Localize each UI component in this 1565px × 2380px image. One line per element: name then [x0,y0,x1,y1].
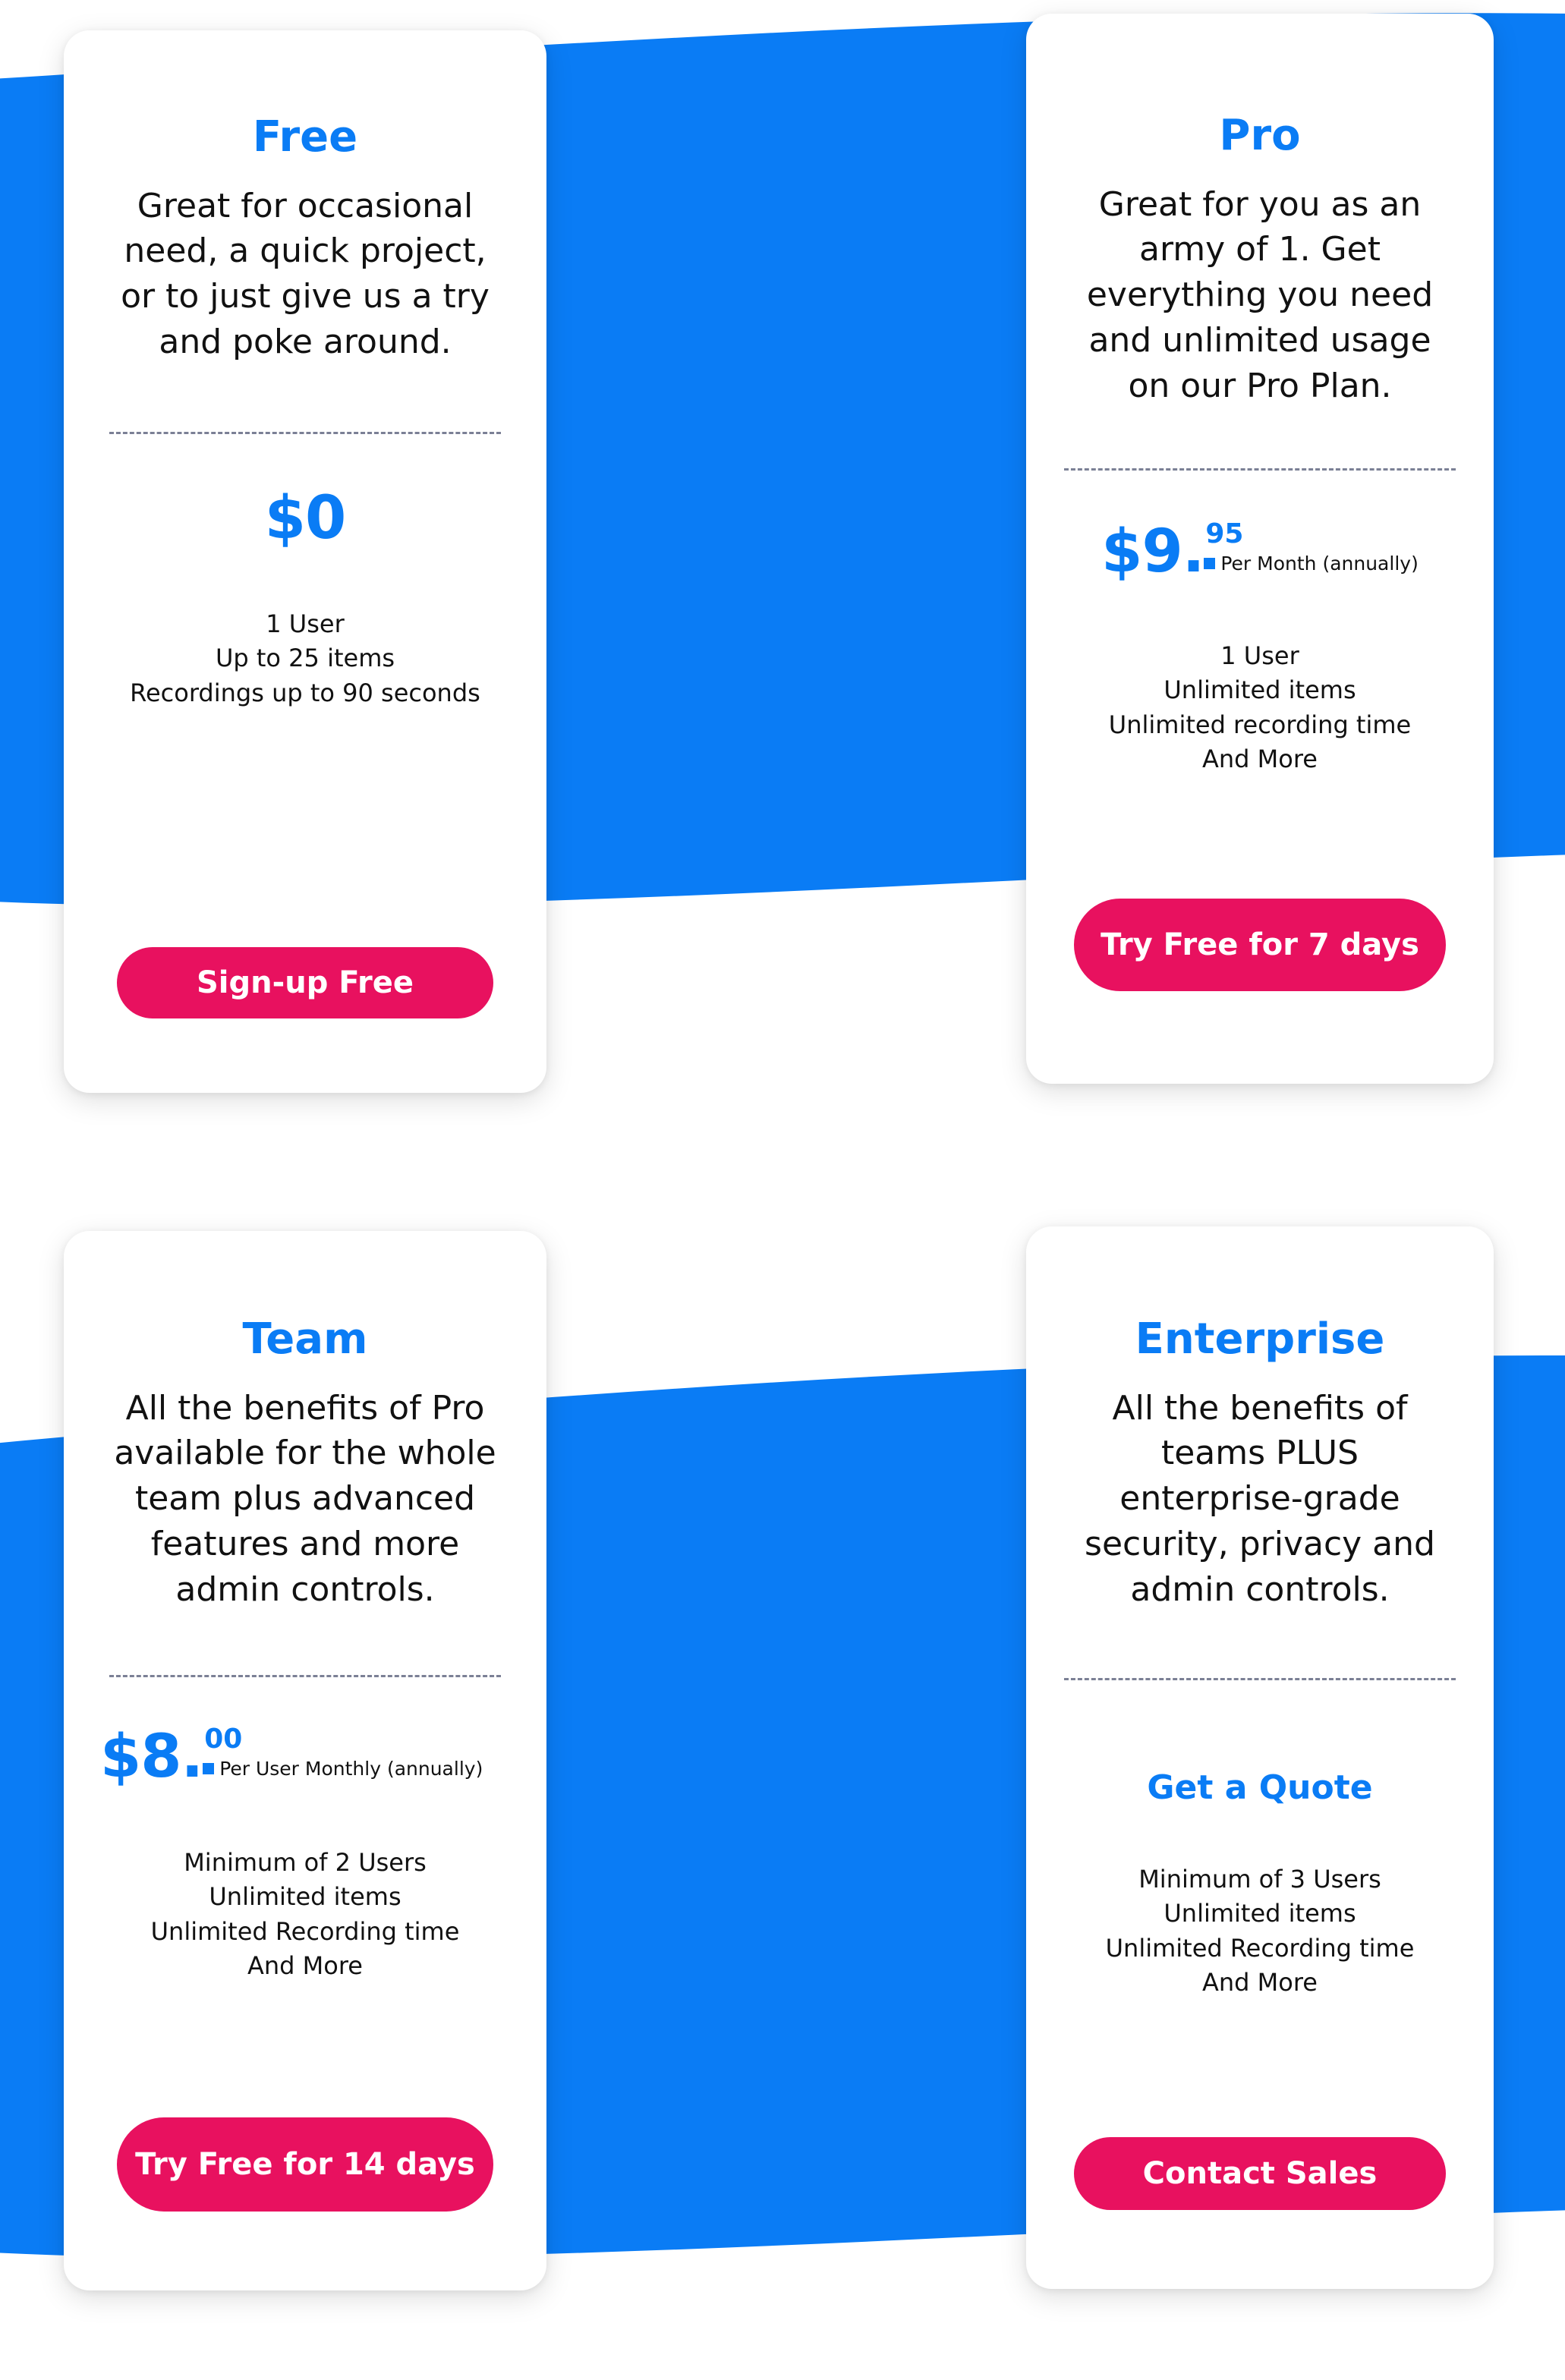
list-item: 1 User [1220,641,1299,670]
list-item: And More [247,1951,363,1981]
contact-sales-button[interactable]: Contact Sales [1074,2137,1446,2210]
price-detail-team: 00 Per User Monthly (annually) [203,1723,483,1778]
list-item: Unlimited Recording time [1105,1933,1415,1963]
list-item: And More [1202,1968,1318,1998]
pricing-card-team: Team All the benefits of Pro available f… [64,1231,546,2290]
price-amount-team: $8. [100,1722,203,1791]
plan-description-free: Great for occasional need, a quick proje… [121,186,490,362]
price-cents-team: 00 [204,1723,243,1755]
plan-description-team: All the benefits of Pro available for th… [114,1388,496,1609]
list-item: And More [1202,745,1318,774]
plan-description-pro: Great for you as an army of 1. Get every… [1086,184,1434,405]
try-free-7-days-button[interactable]: Try Free for 7 days [1074,899,1446,991]
price-detail-pro: 95 Per Month (annually) [1204,518,1419,575]
price-period-team: Per User Monthly (annually) [203,1759,483,1778]
price-amount-pro: $9. [1101,517,1204,586]
price-period-pro: Per Month (annually) [1204,552,1419,575]
card-divider [1064,1677,1456,1680]
card-divider [109,431,501,434]
list-item: Unlimited items [1164,675,1356,705]
price-block-pro: $9. 95 Per Month (annually) [1044,517,1475,586]
list-item: Unlimited Recording time [150,1916,460,1946]
plan-description-enterprise: All the benefits of teams PLUS enterpris… [1085,1388,1435,1609]
feature-list-enterprise: Minimum of 3 Users Unlimited items Unlim… [1063,1862,1457,2001]
plan-name-enterprise: Enterprise [1135,1314,1385,1364]
list-item: 1 User [266,609,345,638]
signup-free-button[interactable]: Sign-up Free [117,947,493,1018]
card-divider [1064,468,1456,471]
price-period-label-pro: Per Month (annually) [1220,552,1419,575]
price-cents-pro: 95 [1205,518,1244,549]
feature-list-team: Minimum of 2 Users Unlimited items Unlim… [108,1846,502,1984]
list-item: Minimum of 3 Users [1138,1864,1381,1894]
list-item: Up to 25 items [215,644,395,673]
pricing-card-pro: Pro Great for you as an army of 1. Get e… [1026,14,1494,1084]
plan-name-pro: Pro [1219,111,1301,160]
pricing-card-enterprise: Enterprise All the benefits of teams PLU… [1026,1226,1494,2289]
feature-list-pro: 1 User Unlimited items Unlimited recordi… [1063,639,1457,777]
try-free-14-days-button[interactable]: Try Free for 14 days [117,2117,493,2212]
pricing-grid: Free Great for occasional need, a quick … [0,0,1565,2380]
get-a-quote-label[interactable]: Get a Quote [1147,1771,1372,1805]
plan-name-free: Free [252,112,358,162]
list-item: Unlimited recording time [1108,710,1412,739]
square-bullet-icon [203,1762,215,1774]
pricing-card-free: Free Great for occasional need, a quick … [64,30,546,1093]
feature-list-free: 1 User Up to 25 items Recordings up to 9… [127,607,483,710]
price-amount-free: $0 [264,483,347,552]
price-block-team: $8. 00 Per User Monthly (annually) [73,1722,537,1791]
square-bullet-icon [1204,557,1216,569]
list-item: Unlimited items [1164,1899,1356,1928]
list-item: Minimum of 2 Users [184,1847,427,1877]
card-divider [109,1674,501,1677]
list-item: Recordings up to 90 seconds [130,678,480,707]
list-item: Unlimited items [209,1882,401,1912]
price-block-free: $0 [87,489,524,548]
plan-name-team: Team [242,1314,368,1364]
price-period-label-team: Per User Monthly (annually) [219,1757,483,1780]
